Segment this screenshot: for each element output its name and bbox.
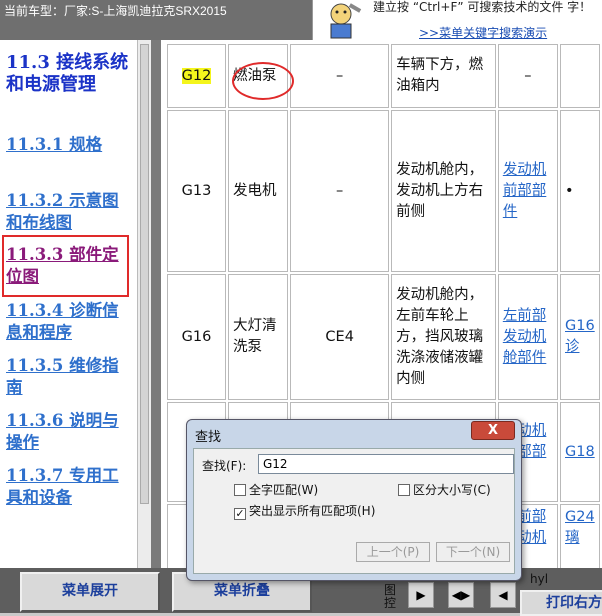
dialog-body: 查找(F): 全字匹配(W) 区分大小写(C) ✓突出显示所有匹配项(H) 上一…: [193, 448, 515, 574]
arrow-left-icon: ◀: [498, 588, 508, 602]
nav-section-title: 11.3 接线系统和电源管理: [6, 52, 129, 95]
find-dialog: 查找 X 查找(F): 全字匹配(W) 区分大小写(C) ✓突出显示所有匹配项(…: [186, 419, 522, 581]
highlight-all-label: 突出显示所有匹配项(H): [249, 504, 376, 518]
search-hit-highlight: G12: [181, 67, 212, 84]
annotation-circle: [232, 62, 294, 100]
table-cell-extra: G16 诊: [560, 274, 600, 400]
view-link[interactable]: 左前部发动机舱部件: [503, 308, 547, 366]
table-cell-view: –: [497, 44, 558, 108]
scrollbar-thumb[interactable]: [140, 44, 149, 504]
nav-item-diagnostics[interactable]: 11.3.4 诊断信息和程序: [6, 300, 130, 344]
match-case-checkbox[interactable]: [398, 484, 410, 496]
search-demo-link[interactable]: >>菜单关键字搜索演示: [419, 24, 547, 41]
nav-item-schematics[interactable]: 11.3.2 示意图和布线图: [6, 190, 130, 234]
next-figure-button[interactable]: ▶: [408, 582, 434, 608]
print-right-button[interactable]: 打印右方: [520, 590, 602, 616]
table-cell-location: 车辆下方，燃油箱内: [391, 44, 496, 108]
table-cell-extra: [560, 44, 600, 108]
view-link[interactable]: G16 诊: [565, 318, 595, 355]
view-link[interactable]: 发动机前部部件: [503, 162, 547, 220]
whole-word-label: 全字匹配(W): [249, 483, 319, 497]
view-link[interactable]: G18: [565, 444, 595, 460]
nav-item-description[interactable]: 11.3.6 说明与操作: [6, 410, 130, 454]
find-input[interactable]: [258, 454, 514, 474]
close-button[interactable]: X: [471, 421, 515, 440]
close-icon: X: [487, 423, 499, 438]
table-row: G16 大灯清洗泵 CE4 发动机舱内，左前车轮上方，挡风玻璃洗涤液储液罐内侧 …: [167, 274, 600, 400]
table-cell-extra: •: [560, 110, 600, 272]
pane-divider[interactable]: [151, 40, 161, 568]
top-bar: 当前车型：厂家:S-上海凯迪拉克SRX2015 建立按 “Ctrl+F” 可搜索…: [0, 0, 602, 40]
table-cell-connector: –: [290, 110, 390, 272]
search-tip-banner: 建立按 “Ctrl+F” 可搜索技术的文件 字！ >>菜单关键字搜索演示: [312, 0, 602, 40]
nav-item-specs[interactable]: 11.3.1 规格: [6, 134, 130, 156]
nav-scrollbar[interactable]: [137, 40, 151, 568]
table-cell-name: 发电机: [228, 110, 289, 272]
table-cell-code: G16: [167, 274, 227, 400]
table-cell-connector: –: [290, 44, 390, 108]
dialog-title: 查找: [195, 430, 222, 445]
left-nav: 11.3 接线系统和电源管理 11.3.1 规格 11.3.2 示意图和布线图 …: [0, 40, 137, 568]
table-cell-code: G12: [167, 44, 227, 108]
table-cell-extra: G18: [560, 402, 600, 502]
find-label: 查找(F):: [202, 459, 247, 473]
find-next-button[interactable]: 下一个(N): [436, 542, 510, 562]
whole-word-checkbox[interactable]: [234, 484, 246, 496]
status-text: hyl: [530, 572, 549, 586]
table-cell-code: G13: [167, 110, 227, 272]
find-prev-button[interactable]: 上一个(P): [356, 542, 430, 562]
nav-item-special-tools[interactable]: 11.3.7 专用工具和设备: [6, 465, 130, 509]
match-case-option[interactable]: 区分大小写(C): [398, 481, 491, 498]
table-cell-view: 左前部发动机舱部件: [497, 274, 558, 400]
whole-word-option[interactable]: 全字匹配(W): [234, 481, 318, 498]
menu-expand-button[interactable]: 菜单展开: [20, 572, 160, 612]
nav-highlight-box: [2, 235, 129, 297]
jump-figure-button[interactable]: ◀▶: [448, 582, 474, 608]
table-cell-name: 大灯清洗泵: [228, 274, 289, 400]
table-row: G13 发电机 – 发动机舱内，发动机上方右前侧 发动机前部部件 •: [167, 110, 600, 272]
match-case-label: 区分大小写(C): [413, 483, 491, 497]
banner-tip-text: 建立按 “Ctrl+F” 可搜索技术的文件 字！: [373, 0, 592, 14]
arrows-icon: ◀▶: [451, 588, 471, 602]
highlight-all-option[interactable]: ✓ 突出显示所有匹配项(H): [234, 502, 375, 520]
table-cell-connector: CE4: [290, 274, 390, 400]
nav-item-repair-guide[interactable]: 11.3.5 维修指南: [6, 355, 130, 399]
table-cell-view: 发动机前部部件: [497, 110, 558, 272]
prev-figure-button[interactable]: ◀: [490, 582, 516, 608]
current-car-label: 当前车型：厂家:S-上海凯迪拉克SRX2015: [4, 4, 227, 18]
arrow-right-icon: ▶: [416, 588, 426, 602]
figure-control-label: 图控: [384, 583, 397, 610]
table-cell-location: 发动机舱内，左前车轮上方，挡风玻璃洗涤液储液罐内侧: [391, 274, 496, 400]
mascot-icon: [330, 3, 362, 39]
table-cell-extra: G24 璃: [560, 504, 600, 568]
highlight-all-checkbox[interactable]: ✓: [234, 508, 246, 520]
view-link[interactable]: G24 璃: [565, 509, 595, 546]
table-cell-location: 发动机舱内，发动机上方右前侧: [391, 110, 496, 272]
